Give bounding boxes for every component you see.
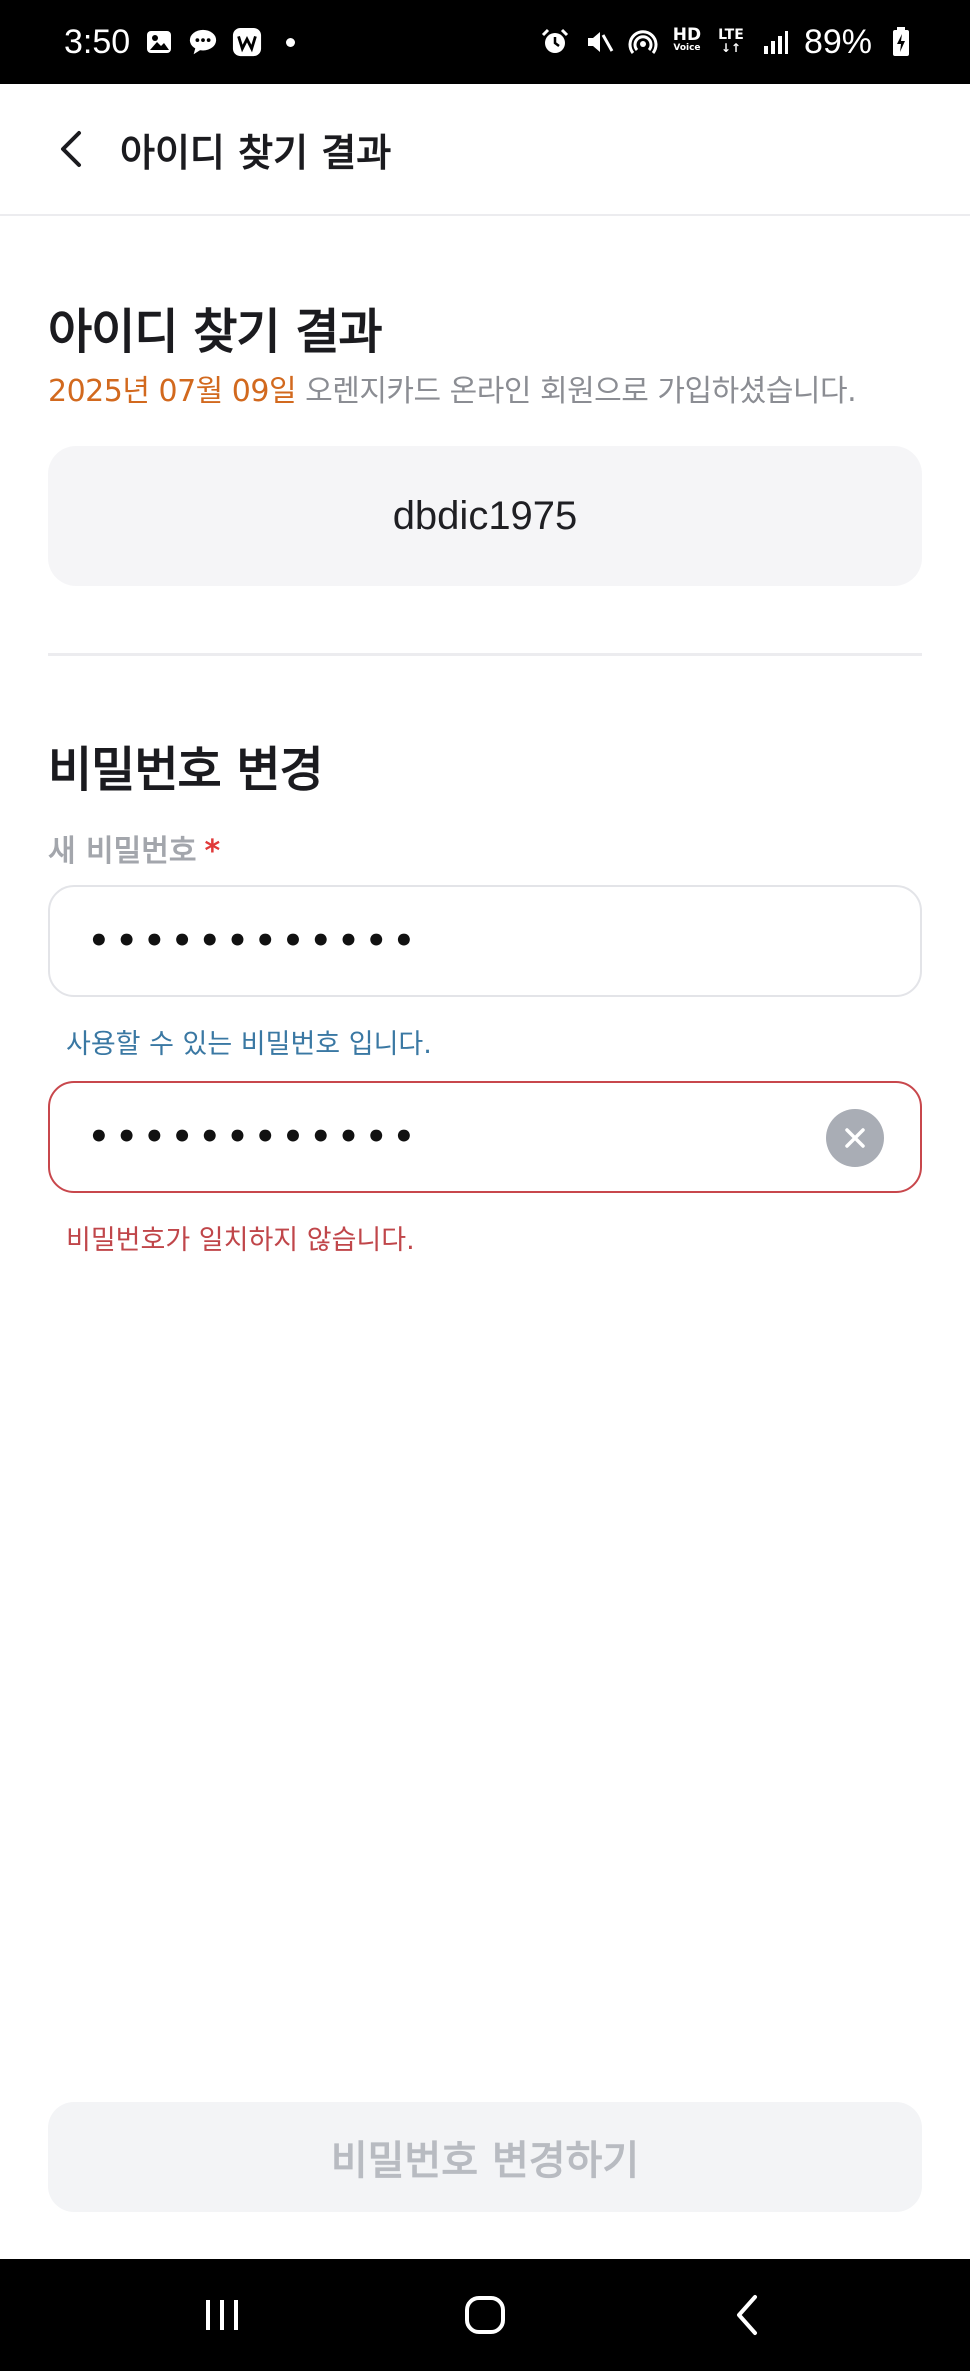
app-bar: 아이디 찾기 결과: [0, 84, 970, 216]
w-app-notification-icon: [232, 27, 262, 57]
required-mark: *: [204, 834, 221, 869]
status-bar-right: HD Voice LTE ↓↑ 89%: [540, 23, 916, 62]
hd-voice-icon: HD Voice: [672, 27, 702, 57]
home-button[interactable]: [440, 2280, 530, 2350]
voice-label: Voice: [673, 43, 701, 53]
recent-apps-icon: [205, 2300, 238, 2330]
find-id-heading: 아이디 찾기 결과: [48, 304, 383, 360]
close-icon: [845, 1128, 865, 1148]
confirm-password-value: ••••••••••••: [88, 1117, 421, 1157]
home-icon: [464, 2296, 505, 2334]
confirm-password-error: 비밀번호가 일치하지 않습니다.: [66, 1225, 415, 1256]
new-password-label-text: 새 비밀번호: [48, 834, 197, 869]
status-bar: 3:50 HD Voice LTE ↓↑ 89%: [0, 0, 970, 84]
signal-icon: [760, 27, 790, 57]
lte-icon: LTE ↓↑: [716, 27, 746, 57]
battery-percent: 89%: [803, 22, 872, 61]
found-user-id: dbdic1975: [392, 493, 578, 538]
new-password-field[interactable]: ••••••••••••: [48, 885, 922, 997]
system-back-button[interactable]: [703, 2280, 793, 2350]
hd-label: HD: [672, 25, 702, 45]
join-date: 2025년 07월 09일: [48, 374, 297, 409]
gallery-notification-icon: [144, 27, 174, 57]
password-change-heading: 비밀번호 변경: [48, 742, 324, 798]
join-info-text: 2025년 07월 09일 오렌지카드 온라인 회원으로 가입하셨습니다.: [48, 366, 857, 410]
app-bar-title: 아이디 찾기 결과: [120, 130, 392, 175]
confirm-password-field[interactable]: ••••••••••••: [48, 1081, 922, 1193]
message-notification-icon: [188, 27, 218, 57]
back-arrow-icon: [737, 2295, 758, 2335]
alarm-icon: [540, 27, 570, 57]
chevron-left-icon: [61, 131, 81, 167]
new-password-value: ••••••••••••: [88, 921, 421, 961]
found-user-id-box: dbdic1975: [48, 446, 922, 586]
system-nav-bar: [0, 2259, 970, 2371]
back-button[interactable]: [36, 114, 106, 184]
status-bar-left: 3:50: [64, 22, 296, 62]
join-message: 오렌지카드 온라인 회원으로 가입하셨습니다.: [296, 374, 857, 409]
clear-input-button[interactable]: [826, 1109, 884, 1167]
lte-arrows-icon: ↓↑: [720, 41, 741, 55]
recent-apps-button[interactable]: [177, 2280, 267, 2350]
new-password-label: 새 비밀번호 *: [48, 826, 220, 870]
section-divider: [48, 653, 922, 656]
new-password-help: 사용할 수 있는 비밀번호 입니다.: [66, 1029, 432, 1060]
change-password-button[interactable]: 비밀번호 변경하기: [48, 2102, 922, 2212]
battery-charging-icon: [886, 27, 916, 57]
hotspot-icon: [628, 27, 658, 57]
status-time: 3:50: [64, 22, 131, 61]
more-notifications-dot-icon: [286, 37, 296, 47]
mute-icon: [584, 27, 614, 57]
